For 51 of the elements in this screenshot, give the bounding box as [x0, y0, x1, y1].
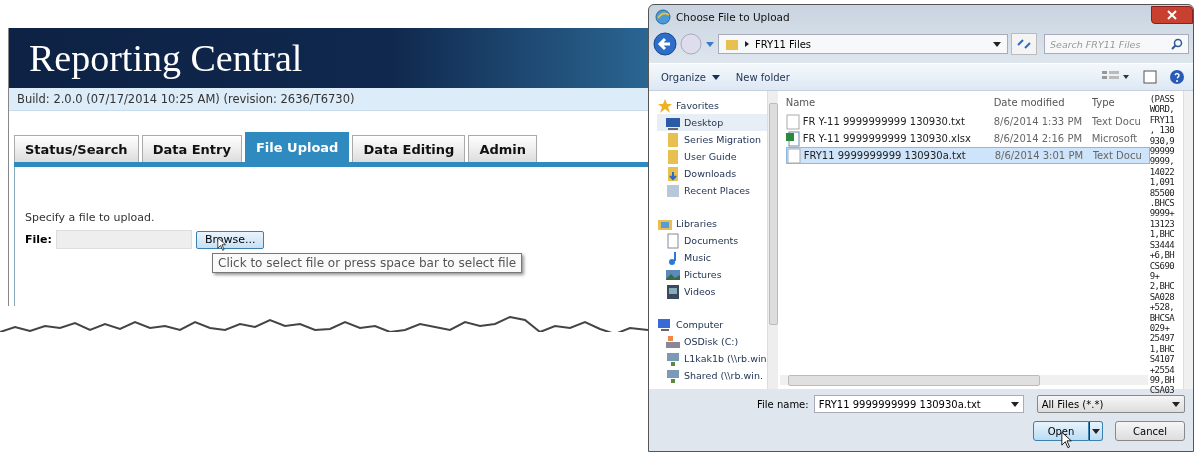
tab[interactable]: Status/Search [14, 135, 139, 162]
file-type: Text Docu [1092, 150, 1143, 161]
nav-item[interactable]: Music [657, 249, 768, 266]
open-button[interactable]: Open [1033, 421, 1089, 441]
organize-button[interactable]: Organize [657, 71, 710, 83]
tab[interactable]: Admin [468, 135, 537, 162]
nav-item[interactable]: OSDisk (C:) [657, 333, 768, 350]
nav-item[interactable]: Pictures [657, 266, 768, 283]
cancel-button[interactable]: Cancel [1115, 421, 1185, 441]
file-type-dropdown[interactable]: All Files (*.*) [1036, 395, 1185, 413]
file-name: FR Y-11 9999999999 130930.xlsx [802, 133, 971, 144]
new-folder-button[interactable]: New folder [731, 71, 794, 83]
nav-item[interactable]: L1kak1b (\\rb.win [657, 350, 768, 367]
file-row[interactable]: FR Y-11 9999999999 130930.txt 8/6/2014 1:33 PM Text Docu [785, 113, 1150, 130]
file-name-label: File name: [757, 398, 809, 410]
file-name: FRY11 9999999999 130930a.txt [803, 150, 966, 161]
nav-item[interactable]: User Guide [657, 148, 768, 165]
nav-item[interactable]: Downloads [657, 165, 768, 182]
file-date: 8/6/2014 1:33 PM [993, 116, 1084, 127]
column-header[interactable]: Type [1091, 96, 1148, 108]
nav-group-label[interactable]: Favorites [676, 100, 719, 111]
file-name-field[interactable]: FRY11 9999999999 130930a.txt [813, 395, 1024, 413]
nav-item[interactable]: Videos [657, 283, 768, 300]
file-type: Text Docu [1091, 116, 1142, 127]
file-label: File: [25, 233, 52, 246]
nav-item[interactable]: Series Migration [657, 131, 768, 148]
file-name: FR Y-11 9999999999 130930.txt [802, 116, 965, 127]
column-header[interactable]: Date modified [993, 96, 1092, 108]
nav-group-label[interactable]: Libraries [676, 218, 718, 229]
nav-group-label[interactable]: Computer [676, 319, 724, 330]
column-header[interactable]: Name [785, 96, 994, 108]
file-date: 8/6/2014 2:16 PM [993, 133, 1084, 144]
instruction-text: Specify a file to upload. [25, 211, 156, 224]
browse-button[interactable]: Browse... [195, 230, 265, 249]
tab[interactable]: File Upload [244, 132, 350, 162]
nav-item[interactable]: Desktop [657, 114, 768, 131]
address-bar[interactable]: FRY11 Files [718, 34, 1008, 54]
file-date: 8/6/2014 3:01 PM [994, 150, 1085, 161]
nav-item[interactable]: Documents [657, 232, 768, 249]
file-type: Microsoft [1091, 133, 1139, 144]
nav-item[interactable]: Recent Places [657, 182, 768, 199]
tab[interactable]: Data Entry [141, 135, 242, 162]
nav-item[interactable]: Shared (\\rb.win. [657, 367, 768, 384]
dialog-title: Choose File to Upload [676, 11, 790, 23]
app-title: Reporting Central [29, 36, 303, 80]
file-row[interactable]: FR Y-11 9999999999 130930.xlsx 8/6/2014 2:16 PM Microsoft [785, 130, 1150, 147]
file-row[interactable]: FRY11 9999999999 130930a.txt 8/6/2014 3:01 PM Text Docu [785, 147, 1150, 164]
tooltip: Click to select file or press space bar to select file [212, 253, 523, 273]
build-info: Build: 2.0.0 (07/17/2014 10:25 AM) (revision: 2636/T6730) [17, 92, 355, 106]
tab[interactable]: Data Editing [352, 135, 466, 162]
breadcrumb[interactable]: FRY11 Files [755, 38, 811, 50]
